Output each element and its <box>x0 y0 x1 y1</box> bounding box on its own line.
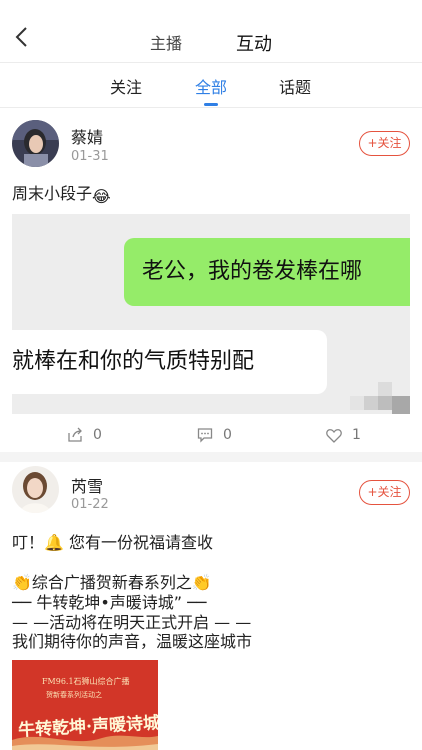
top-bar: 主播 互动 <box>0 0 422 62</box>
post-line: 我们期待你的声音，温暖这座城市 <box>12 632 253 651</box>
subtab-topics[interactable]: 话题 <box>279 74 311 98</box>
chevron-left-icon <box>15 27 27 47</box>
like-count: 1 <box>352 427 361 443</box>
avatar[interactable] <box>12 120 59 167</box>
post-separator <box>0 452 422 462</box>
avatar[interactable] <box>12 466 59 513</box>
heart-icon <box>326 428 342 443</box>
back-button[interactable] <box>14 26 34 50</box>
post-line: 叮！🔔 您有一份祝福请查收 <box>12 533 214 552</box>
mosaic-block <box>350 396 364 410</box>
comment-action[interactable]: 0 <box>197 427 232 443</box>
comment-count: 0 <box>223 427 232 443</box>
post-text: 周末小段子😂 <box>12 180 111 206</box>
subtab-following[interactable]: 关注 <box>110 74 142 98</box>
header-divider <box>0 62 422 63</box>
post-date: 01-31 <box>71 149 109 164</box>
post-text-content: 周末小段子 <box>12 184 93 203</box>
subtab-all[interactable]: 全部 <box>195 74 227 98</box>
mosaic-block <box>392 396 410 414</box>
share-icon <box>68 427 82 442</box>
like-action[interactable]: 1 <box>326 427 361 443</box>
mosaic-block <box>378 382 392 396</box>
share-action[interactable]: 0 <box>67 427 102 443</box>
chat-bubble-received: 就棒在和你的气质特别配 <box>12 330 327 394</box>
author-name[interactable]: 蔡婧 <box>71 124 103 148</box>
chat-bubble-sent: 老公，我的卷发棒在哪 <box>124 238 410 306</box>
author-name[interactable]: 芮雪 <box>71 473 103 497</box>
post-image-poster[interactable]: FM96.1石狮山综合广播 贺新春系列活动之 牛转乾坤·声暖诗城 <box>12 660 158 750</box>
share-count: 0 <box>93 427 102 443</box>
follow-button[interactable]: +关注 <box>359 480 410 505</box>
active-tab-indicator <box>204 103 218 106</box>
comment-icon <box>197 428 213 443</box>
mosaic-block <box>364 396 378 410</box>
subtab-divider <box>0 107 422 108</box>
post-image[interactable]: 老公，我的卷发棒在哪 就棒在和你的气质特别配 <box>12 214 410 414</box>
post-date: 01-22 <box>71 497 109 512</box>
tab-interaction[interactable]: 互动 <box>236 30 272 56</box>
poster-text: FM96.1石狮山综合广播 <box>42 677 130 686</box>
tab-anchor[interactable]: 主播 <box>150 30 182 54</box>
laughing-emoji-icon: 😂 <box>92 187 111 206</box>
poster-text: 贺新春系列活动之 <box>46 691 102 699</box>
follow-button[interactable]: +关注 <box>359 131 410 156</box>
mosaic-block <box>378 396 392 410</box>
